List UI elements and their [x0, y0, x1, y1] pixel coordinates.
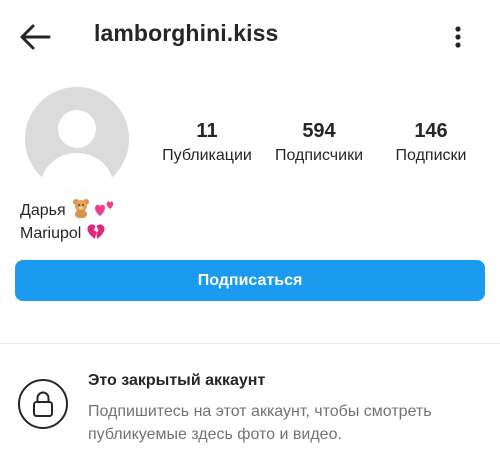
following-stat[interactable]: 146 Подписки — [376, 118, 486, 165]
bio-location-line: Mariupol — [20, 222, 106, 245]
more-options-button[interactable] — [446, 22, 470, 52]
private-account-title: Это закрытый аккаунт — [88, 372, 266, 389]
two-hearts-emoji — [93, 198, 117, 223]
following-label: Подписки — [395, 147, 467, 164]
private-account-description: Подпишитесь на этот аккаунт, чтобы смотр… — [88, 403, 432, 443]
following-count: 146 — [414, 120, 448, 142]
profile-username: lamborghini.kiss — [94, 20, 279, 46]
bio-name: Дарья — [20, 201, 66, 219]
profile-avatar[interactable] — [25, 87, 129, 191]
broken-heart-emoji — [86, 222, 106, 245]
followers-stat[interactable]: 594 Подписчики — [264, 118, 374, 165]
back-button[interactable] — [18, 22, 52, 52]
posts-count: 11 — [196, 120, 218, 142]
followers-count: 594 — [302, 120, 336, 142]
more-vertical-icon — [455, 26, 461, 48]
arrow-left-icon — [20, 24, 51, 50]
follow-button[interactable]: Подписаться — [15, 260, 485, 301]
lock-icon — [33, 391, 53, 417]
bio-name-line: Дарья — [20, 198, 117, 223]
default-avatar-icon — [25, 87, 129, 191]
teddy-bear-emoji — [71, 198, 91, 223]
posts-label: Публикации — [162, 147, 252, 164]
top-bar: lamborghini.kiss — [0, 0, 500, 74]
profile-page: lamborghini.kiss 11 Публикации 594 Подпи… — [0, 0, 500, 459]
posts-stat[interactable]: 11 Публикации — [152, 118, 262, 165]
bio-location: Mariupol — [20, 224, 82, 242]
section-divider — [0, 343, 500, 344]
followers-label: Подписчики — [274, 147, 363, 164]
private-lock-badge — [18, 379, 68, 429]
